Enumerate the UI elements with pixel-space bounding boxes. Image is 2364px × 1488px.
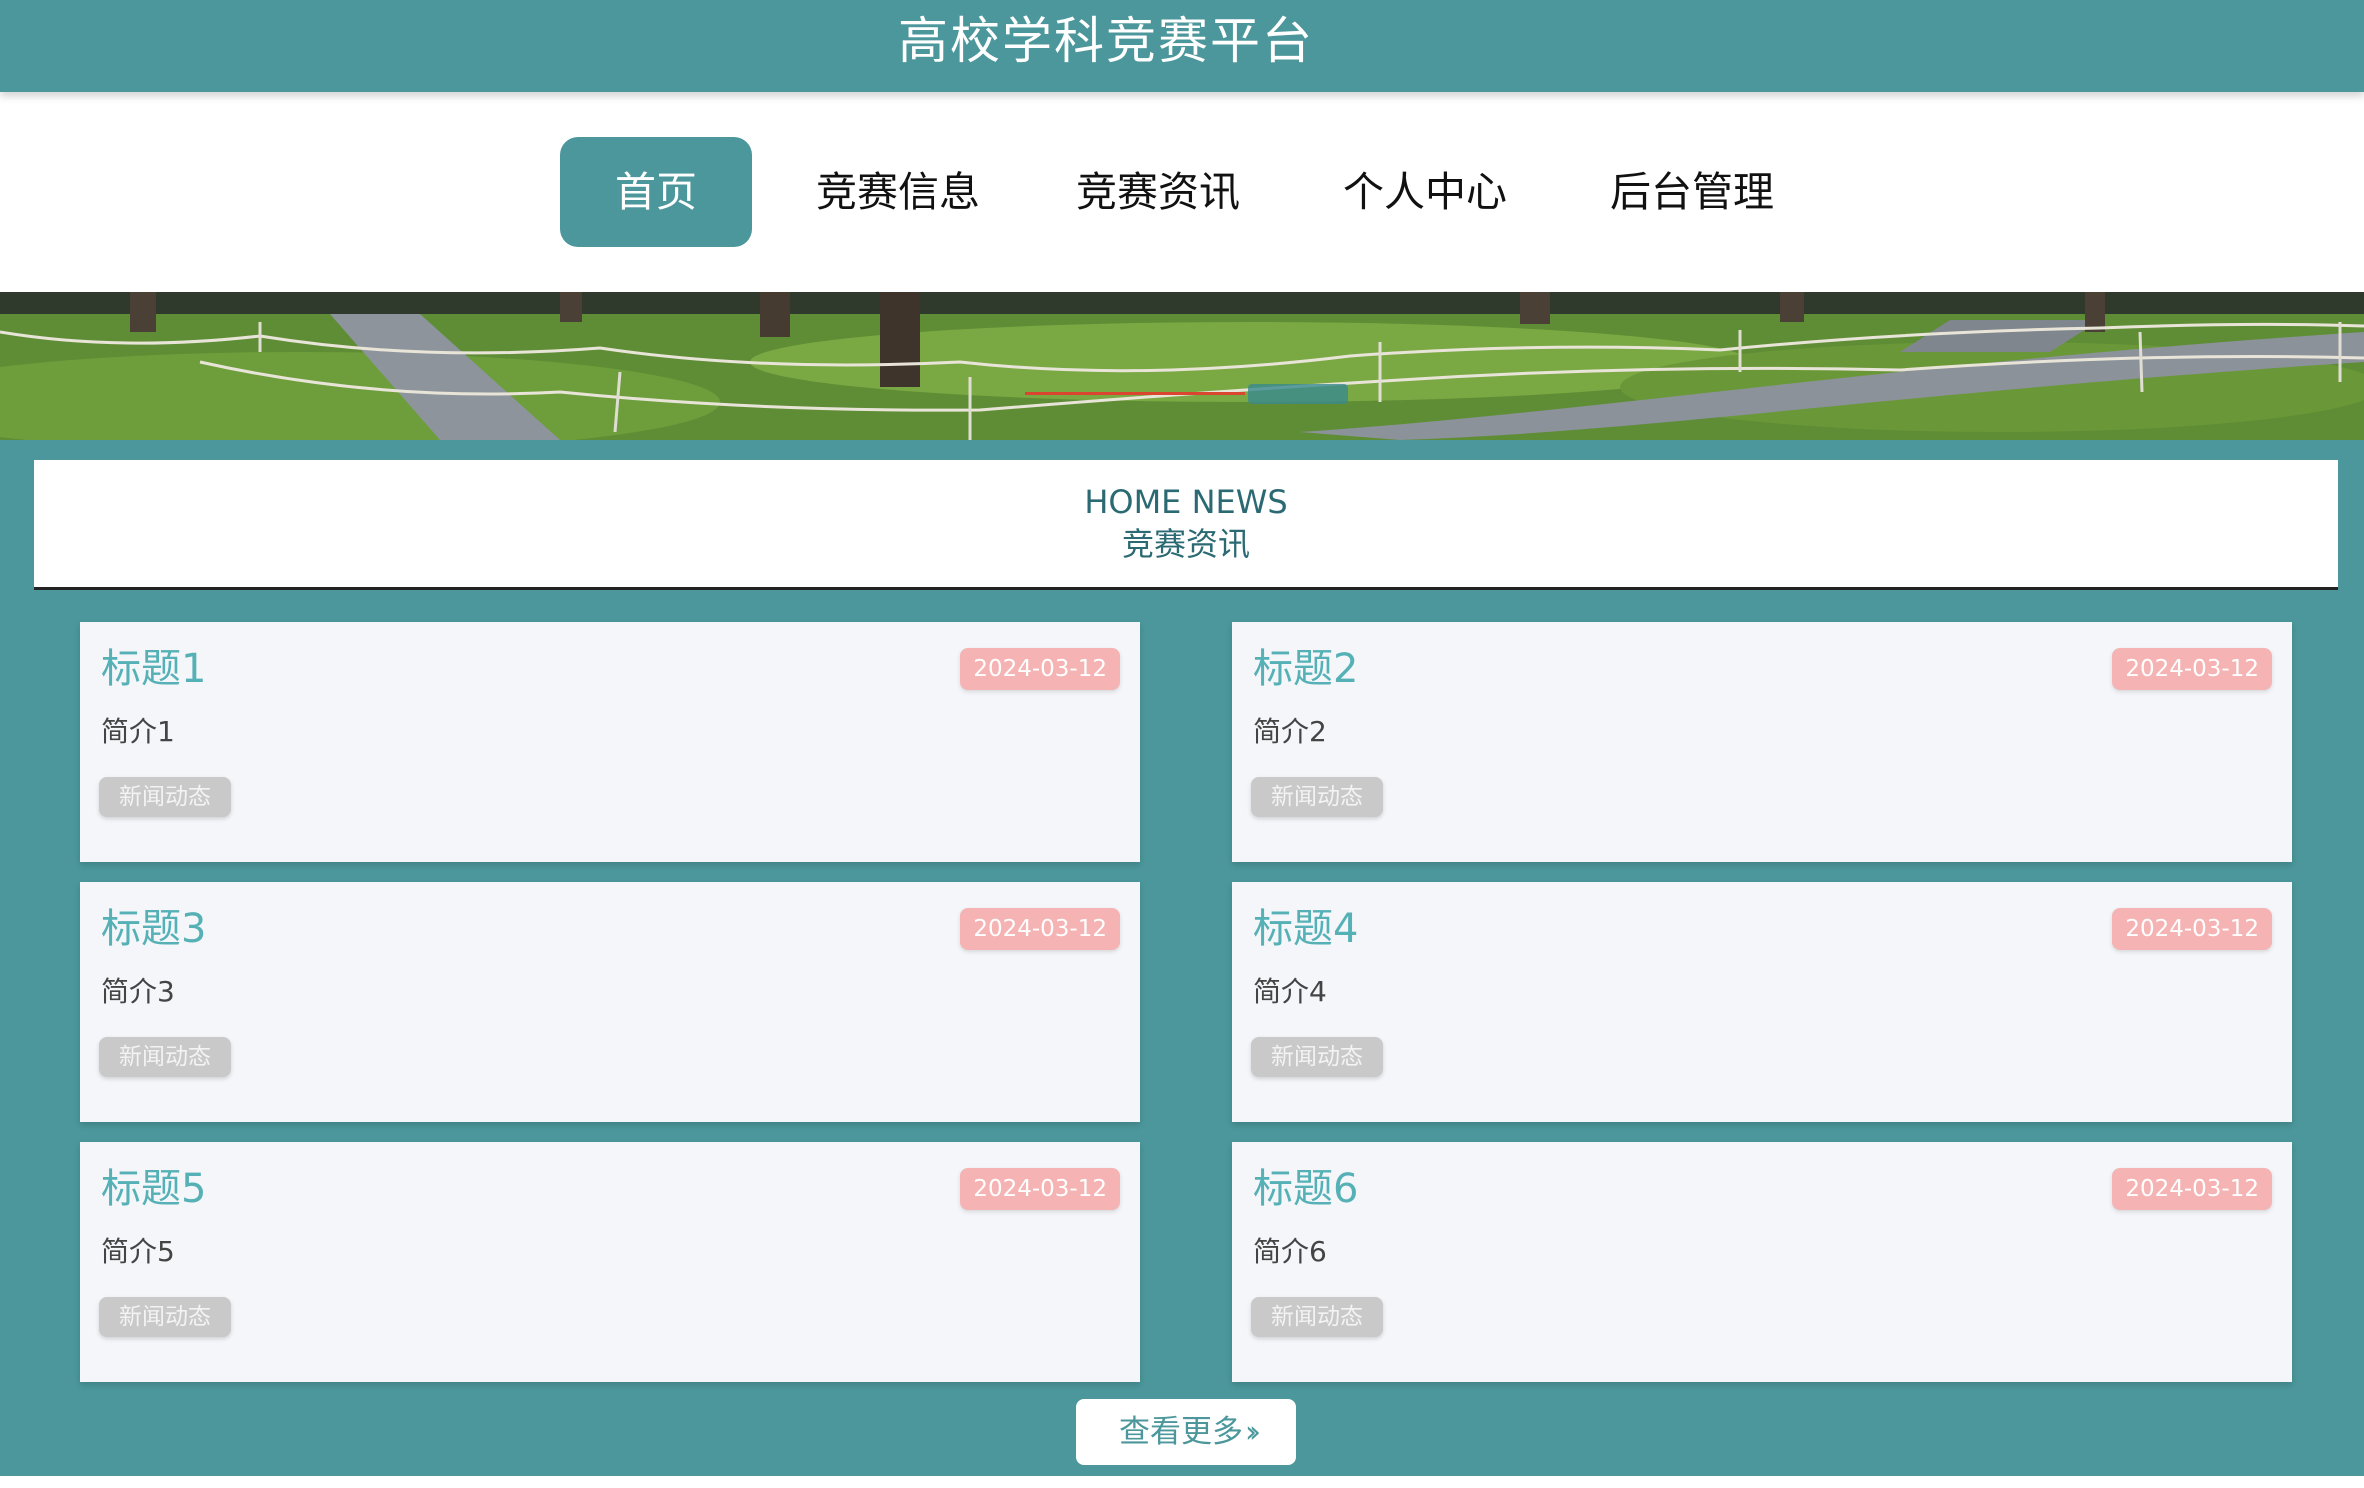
nav-item-home[interactable]: 首页	[560, 137, 752, 247]
news-category-tag: 新闻动态	[1251, 1297, 1383, 1337]
news-summary: 简介3	[101, 975, 175, 1008]
news-title[interactable]: 标题6	[1253, 1164, 1358, 1214]
section-title-cn: 竞赛资讯	[1121, 525, 1250, 563]
news-category-tag: 新闻动态	[1251, 777, 1383, 817]
nav-item-personal-center[interactable]: 个人中心	[1325, 137, 1525, 247]
section-header: HOME NEWS 竞赛资讯	[34, 460, 2338, 590]
news-date-badge: 2024-03-12	[960, 648, 1120, 690]
news-summary: 简介5	[101, 1235, 175, 1268]
news-summary: 简介4	[1253, 975, 1327, 1008]
news-title[interactable]: 标题2	[1253, 644, 1358, 694]
news-card[interactable]: 标题1 2024-03-12 简介1 新闻动态	[80, 622, 1140, 862]
news-category-tag: 新闻动态	[99, 1297, 231, 1337]
news-title[interactable]: 标题1	[101, 644, 206, 694]
site-title: 高校学科竞赛平台	[898, 12, 1314, 70]
view-more-button[interactable]: 查看更多››	[1076, 1399, 1296, 1465]
section-title-en: HOME NEWS	[1084, 483, 1288, 521]
banner-indicator	[1025, 392, 1245, 395]
banner-indicator-active[interactable]	[1248, 384, 1348, 404]
news-date-badge: 2024-03-12	[960, 1168, 1120, 1210]
news-title[interactable]: 标题3	[101, 904, 206, 954]
nav-item-competition-info[interactable]: 竞赛信息	[798, 137, 998, 247]
news-summary: 简介2	[1253, 715, 1327, 748]
news-date-badge: 2024-03-12	[2112, 908, 2272, 950]
news-date-badge: 2024-03-12	[2112, 1168, 2272, 1210]
view-more-label: 查看更多	[1119, 1414, 1243, 1450]
news-card[interactable]: 标题3 2024-03-12 简介3 新闻动态	[80, 882, 1140, 1122]
news-category-tag: 新闻动态	[99, 1037, 231, 1077]
news-summary: 简介6	[1253, 1235, 1327, 1268]
news-card[interactable]: 标题2 2024-03-12 简介2 新闻动态	[1232, 622, 2292, 862]
news-date-badge: 2024-03-12	[960, 908, 1120, 950]
news-summary: 简介1	[101, 715, 175, 748]
news-card[interactable]: 标题6 2024-03-12 简介6 新闻动态	[1232, 1142, 2292, 1382]
news-card[interactable]: 标题4 2024-03-12 简介4 新闻动态	[1232, 882, 2292, 1122]
news-title[interactable]: 标题5	[101, 1164, 206, 1214]
news-category-tag: 新闻动态	[1251, 1037, 1383, 1077]
nav-item-admin[interactable]: 后台管理	[1592, 137, 1792, 247]
banner-image	[0, 292, 2364, 440]
news-category-tag: 新闻动态	[99, 777, 231, 817]
news-section: HOME NEWS 竞赛资讯 标题1 2024-03-12 简介1 新闻动态 标…	[0, 440, 2364, 1476]
banner-park-scene	[0, 292, 2364, 440]
main-nav: 首页 竞赛信息 竞赛资讯 个人中心 后台管理	[0, 92, 2364, 292]
news-date-badge: 2024-03-12	[2112, 648, 2272, 690]
nav-item-competition-news[interactable]: 竞赛资讯	[1058, 137, 1258, 247]
news-card[interactable]: 标题5 2024-03-12 简介5 新闻动态	[80, 1142, 1140, 1382]
double-chevron-right-icon: ››	[1245, 1415, 1261, 1450]
site-header: 高校学科竞赛平台	[0, 0, 2364, 92]
news-title[interactable]: 标题4	[1253, 904, 1358, 954]
